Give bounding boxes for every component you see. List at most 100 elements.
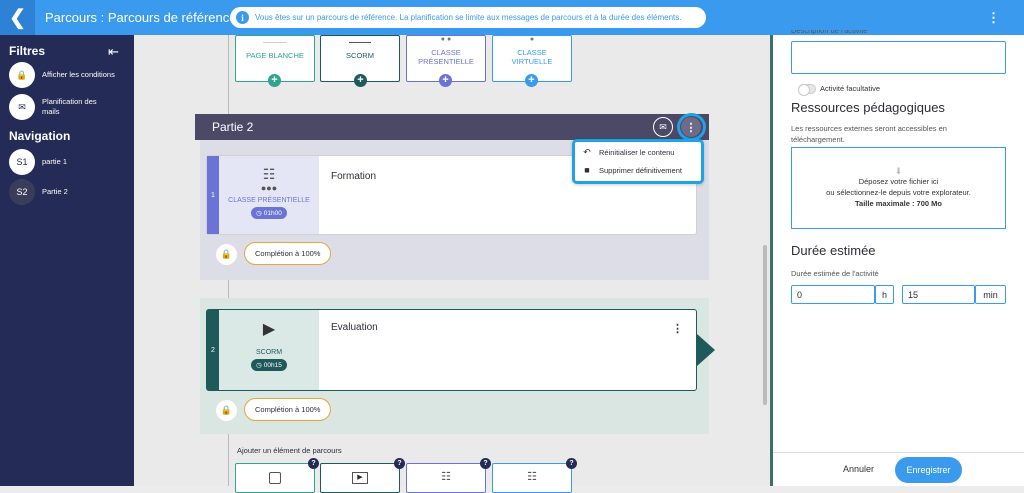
plus-icon[interactable]: + [525, 74, 538, 87]
help-icon[interactable]: ? [566, 458, 577, 469]
filter-label: Afficher les conditions [42, 70, 115, 79]
element-number: 2 [207, 310, 219, 390]
completion-label: Complétion à 100% [255, 405, 321, 414]
mail-clock-icon: ✉ [9, 94, 35, 120]
drop-text: Déposez votre fichier ici [858, 177, 939, 186]
collapse-sidebar-icon[interactable]: ⇤ [108, 44, 119, 60]
page-icon [269, 472, 281, 484]
menu-item-reset[interactable]: ↶ Réinitialiser le contenu [581, 147, 674, 158]
nav-item-partie-1[interactable]: S1 partie 1 [9, 149, 67, 175]
add-scorm-tile[interactable]: ▶ [320, 463, 400, 493]
navigation-title: Navigation [9, 129, 71, 143]
description-label: Description de l'activité [791, 30, 868, 35]
undo-icon: ↶ [583, 147, 591, 157]
save-button[interactable]: Enregistrer [895, 457, 962, 483]
plus-icon[interactable]: + [268, 74, 281, 87]
scorm-play-icon: ▶ [262, 321, 276, 338]
drop-max-size: Taille maximale : 700 Mo [855, 199, 942, 208]
tile-label: CLASSE [517, 48, 547, 57]
hours-input[interactable]: 0 [791, 285, 875, 304]
classroom-icon: ☷ [262, 166, 276, 182]
filter-mail-planning[interactable]: ✉ Planification des mails [9, 94, 97, 120]
duration-badge: ◷ 01h00 [251, 207, 287, 219]
nav-label: partie 1 [42, 157, 68, 166]
resources-title: Ressources pédagogiques [791, 100, 945, 115]
main-scrollbar[interactable] [763, 245, 767, 405]
clock-icon: ◷ [256, 362, 262, 369]
highlight-ring [677, 113, 706, 141]
page-title: Parcours : Parcours de référence [45, 10, 237, 25]
duration-value: 00h15 [263, 361, 282, 369]
cancel-button[interactable]: Annuler [843, 464, 874, 474]
scorm-icon [349, 37, 371, 43]
filter-label: Planification des mails [42, 97, 97, 117]
tile-label: SCORM [346, 51, 374, 60]
menu-item-delete[interactable]: ■ Supprimer définitivement [581, 165, 682, 175]
chevron-left-icon: ❮ [9, 7, 26, 29]
section-badge: S1 [9, 149, 35, 175]
help-icon[interactable]: ? [480, 458, 491, 469]
part-context-menu: ↶ Réinitialiser le contenu ■ Supprimer d… [572, 139, 704, 184]
element-number: 1 [207, 156, 219, 234]
element-thumbnail: ▶ SCORM ◷ 00h15 [219, 310, 319, 390]
element-card-selected[interactable]: 2 ▶ SCORM ◷ 00h15 Evaluation ⋮ [206, 309, 697, 391]
filter-show-conditions[interactable]: 🔒 Afficher les conditions [9, 62, 115, 88]
lock-icon: 🔒 [216, 400, 237, 421]
completion-condition[interactable]: Complétion à 100% [244, 398, 332, 421]
menu-label: Supprimer définitivement [599, 165, 682, 175]
add-classroom-tile[interactable]: ☷ [406, 463, 486, 493]
optional-toggle[interactable] [798, 84, 816, 96]
back-button[interactable]: ❮ [0, 0, 35, 35]
completion-condition[interactable]: Complétion à 100% [244, 242, 332, 265]
filters-title: Filtres [9, 44, 46, 58]
hours-unit: h [875, 285, 894, 304]
nav-label: Partie 2 [42, 187, 68, 196]
clock-icon: ◷ [256, 210, 262, 217]
help-icon[interactable]: ? [308, 458, 319, 469]
plus-icon[interactable]: + [439, 74, 452, 87]
element-title: Formation [331, 171, 377, 182]
duration-title: Durée estimée [791, 243, 876, 258]
section-badge: S2 [9, 179, 35, 205]
filter-label-line2: mails [42, 107, 60, 116]
element-menu-icon[interactable]: ⋮ [672, 322, 683, 335]
plus-icon[interactable]: + [354, 74, 367, 87]
people-icon: ●●● [260, 183, 278, 193]
mail-icon[interactable]: ✉ [653, 117, 673, 137]
duration-value: 01h00 [263, 209, 282, 217]
filter-label-line1: Planification des [42, 97, 97, 106]
help-icon[interactable]: ? [394, 458, 405, 469]
part-title: Partie 2 [212, 120, 254, 134]
tile-label-line2: VIRTUELLE [511, 57, 553, 66]
vertical-dots-icon[interactable]: ⋮ [987, 10, 1000, 26]
info-banner: i Vous êtes sur un parcours de référence… [230, 7, 706, 28]
tile-label-line2: PRÉSENTIELLE [418, 57, 474, 66]
drop-text-2: ou sélectionnez-le depuis votre explorat… [826, 188, 971, 197]
download-icon: ⬇ [894, 166, 903, 176]
page-icon [263, 37, 287, 43]
element-title: Evaluation [331, 322, 378, 333]
menu-label: Réinitialiser le contenu [599, 148, 675, 157]
minutes-input[interactable]: 15 [902, 285, 975, 304]
trash-icon: ■ [584, 165, 590, 175]
duration-badge: ◷ 00h15 [251, 359, 287, 371]
info-text: Vous êtes sur un parcours de référence. … [255, 13, 682, 22]
info-icon: i [236, 11, 249, 24]
nav-item-partie-2[interactable]: S2 Partie 2 [9, 179, 68, 205]
add-virtual-class-tile[interactable]: ☷ [492, 463, 572, 493]
file-dropzone[interactable]: ⬇ Déposez votre fichier ici ou sélection… [791, 147, 1006, 229]
scorm-play-icon: ▶ [352, 472, 368, 484]
add-blank-page-tile[interactable] [235, 463, 315, 493]
description-textarea[interactable] [791, 41, 1006, 74]
element-type: CLASSE PRÉSENTIELLE [228, 197, 310, 204]
part-header: Partie 2 [195, 114, 709, 140]
optional-label: Activité facultative [820, 84, 881, 93]
people-icon: ● ● [440, 36, 452, 43]
virtual-class-icon: ☷ [527, 471, 537, 483]
tile-label: CLASSE [431, 48, 461, 57]
tile-label: PAGE BLANCHE [246, 51, 304, 60]
element-type: SCORM [255, 349, 283, 356]
lock-icon: 🔒 [216, 244, 237, 265]
selected-arrow-icon [697, 334, 715, 366]
resources-note: Les ressources externes seront accessibl… [791, 124, 947, 144]
